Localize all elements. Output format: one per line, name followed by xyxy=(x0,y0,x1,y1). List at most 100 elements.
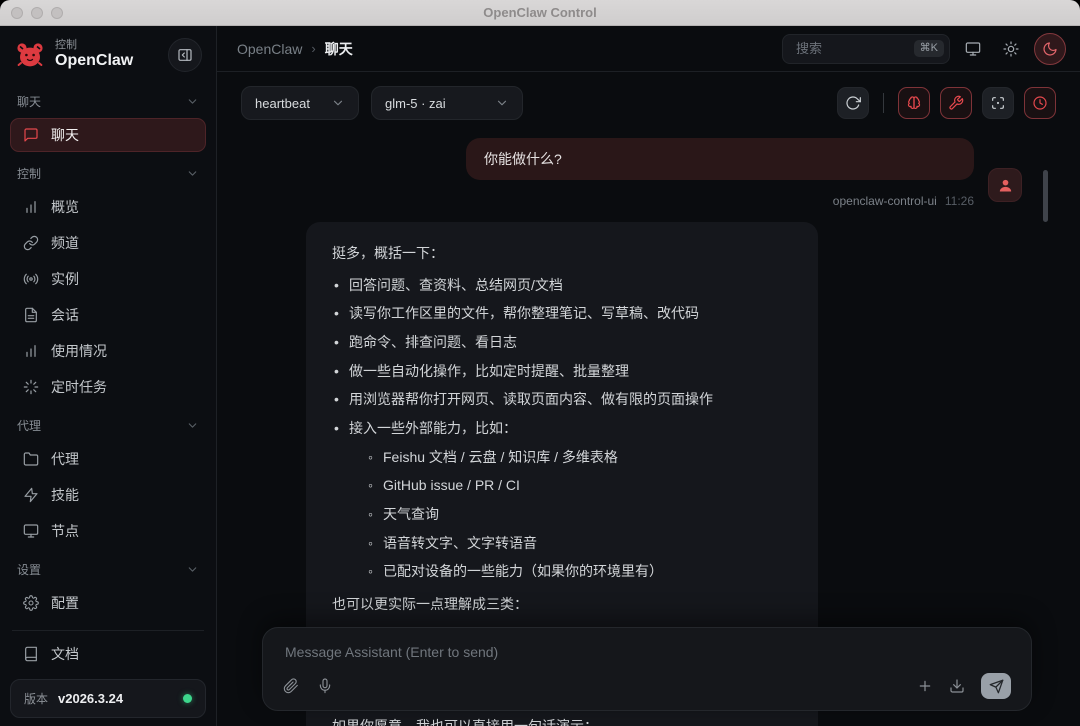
sun-icon xyxy=(1003,40,1019,57)
list-item: 跑命令、排查问题、看日志 xyxy=(332,331,792,354)
theme-system-button[interactable] xyxy=(958,34,988,64)
sidebar-item-overview[interactable]: 概览 xyxy=(10,190,206,224)
send-button[interactable] xyxy=(981,673,1011,699)
sidebar-item-chat[interactable]: 聊天 xyxy=(10,118,206,152)
chevron-down-icon xyxy=(186,167,199,180)
search-input[interactable] xyxy=(794,40,908,57)
sidebar-item-cron-tasks[interactable]: 定时任务 xyxy=(10,370,206,404)
toolbar-divider xyxy=(883,93,884,113)
theme-light-button[interactable] xyxy=(996,34,1026,64)
attach-button[interactable] xyxy=(283,678,299,694)
breadcrumb: OpenClaw › 聊天 xyxy=(237,39,353,59)
sidebar-section-control: 控制 概览 频道 实例 会话 使用情况 定时任务 xyxy=(10,158,206,406)
meta-timestamp: 11:26 xyxy=(944,194,974,208)
version-badge: 版本 v2026.3.24 xyxy=(10,679,206,718)
microphone-icon xyxy=(317,678,333,694)
breadcrumb-separator: › xyxy=(311,41,316,56)
person-icon xyxy=(997,177,1014,194)
close-window-button[interactable] xyxy=(11,6,23,19)
agent-select[interactable]: heartbeat xyxy=(241,86,359,120)
theme-dark-button[interactable] xyxy=(1034,32,1066,65)
sidebar: 控制 OpenClaw 聊天 聊天 控制 概览 频道 实例 会话 使用情况 定时… xyxy=(0,26,217,726)
user-message-bubble: 你能做什么? xyxy=(466,138,974,180)
sidebar-item-agents[interactable]: 代理 xyxy=(10,442,206,476)
wrench-button[interactable] xyxy=(940,87,972,119)
list-item: Feishu 文档 / 云盘 / 知识库 / 多维表格 xyxy=(366,446,792,469)
assistant-demo-intro: 如果你愿意，我也可以直接用一句话演示： xyxy=(332,717,598,726)
sidebar-collapse-button[interactable] xyxy=(168,38,202,72)
list-item: 用浏览器帮你打开网页、读取页面内容、做有限的页面操作 xyxy=(332,388,792,411)
sidebar-item-sessions[interactable]: 会话 xyxy=(10,298,206,332)
minimize-window-button[interactable] xyxy=(31,6,43,19)
download-icon xyxy=(949,678,965,694)
moon-icon xyxy=(1042,41,1058,57)
section-header-control[interactable]: 控制 xyxy=(10,158,206,188)
message-meta: openclaw-control-ui 11:26 xyxy=(833,194,974,208)
list-item: 读写你工作区里的文件，帮你整理笔记、写草稿、改代码 xyxy=(332,302,792,325)
list-item: 接入一些外部能力，比如： Feishu 文档 / 云盘 / 知识库 / 多维表格… xyxy=(332,417,792,583)
sidebar-divider xyxy=(12,630,204,631)
panel-collapse-icon xyxy=(177,47,193,63)
sidebar-item-nodes[interactable]: 节点 xyxy=(10,514,206,548)
focus-button[interactable] xyxy=(982,87,1014,119)
refresh-icon xyxy=(845,95,861,111)
meta-agent-name: openclaw-control-ui xyxy=(832,194,937,208)
book-icon xyxy=(23,646,39,662)
wrench-icon xyxy=(948,95,964,111)
add-button[interactable] xyxy=(917,678,933,694)
brand-row: 控制 OpenClaw xyxy=(10,34,206,82)
sun-rays-icon xyxy=(23,379,39,395)
status-dot xyxy=(183,694,192,703)
message-square-icon xyxy=(23,127,39,143)
folder-icon xyxy=(23,451,39,467)
chevron-down-icon xyxy=(186,95,199,108)
sidebar-item-usage[interactable]: 使用情况 xyxy=(10,334,206,368)
broadcast-icon xyxy=(23,271,39,287)
bar-chart-icon xyxy=(23,199,39,215)
section-header-settings[interactable]: 设置 xyxy=(10,554,206,584)
search-shortcut-badge: ⌘K xyxy=(913,40,944,57)
list-item: 天气查询 xyxy=(366,503,792,526)
list-item: 语音转文字、文字转语音 xyxy=(366,532,792,555)
chat-scrollbar[interactable] xyxy=(1043,170,1048,222)
chevron-down-icon xyxy=(331,96,345,110)
paperclip-icon xyxy=(283,678,299,694)
message-input[interactable] xyxy=(283,643,1011,661)
gear-icon xyxy=(23,595,39,611)
main-area: OpenClaw › 聊天 ⌘K xyxy=(217,26,1080,726)
sidebar-item-channels[interactable]: 频道 xyxy=(10,226,206,260)
search-box: ⌘K xyxy=(782,33,950,64)
section-header-chat[interactable]: 聊天 xyxy=(10,86,206,116)
chevron-down-icon xyxy=(495,96,509,110)
app-window: OpenClaw Control 控制 OpenClaw 聊天 聊天 控制 概览… xyxy=(0,0,1080,726)
breadcrumb-current: 聊天 xyxy=(324,40,353,57)
breadcrumb-root[interactable]: OpenClaw xyxy=(237,41,302,57)
download-button[interactable] xyxy=(949,678,965,694)
send-icon xyxy=(989,679,1004,694)
sidebar-section-agents: 代理 代理 技能 节点 xyxy=(10,410,206,550)
model-select[interactable]: glm-5 · zai xyxy=(371,86,523,120)
voice-button[interactable] xyxy=(317,678,333,694)
sidebar-item-config[interactable]: 配置 xyxy=(10,586,206,620)
link-icon xyxy=(23,235,39,251)
claw-logo-icon xyxy=(14,39,46,71)
list-item: 已配对设备的一些能力（如果你的环境里有） xyxy=(366,560,792,583)
brain-button[interactable] xyxy=(898,87,930,119)
chevron-down-icon xyxy=(186,563,199,576)
plus-icon xyxy=(917,678,933,694)
file-text-icon xyxy=(23,307,39,323)
clock-button[interactable] xyxy=(1024,87,1056,119)
top-header: OpenClaw › 聊天 ⌘K xyxy=(217,26,1080,72)
assistant-intro: 挺多，概括一下： xyxy=(332,245,444,261)
sidebar-item-instances[interactable]: 实例 xyxy=(10,262,206,296)
zoom-window-button[interactable] xyxy=(51,6,63,19)
focus-icon xyxy=(990,95,1006,111)
external-capabilities-sublist: Feishu 文档 / 云盘 / 知识库 / 多维表格 GitHub issue… xyxy=(349,446,792,583)
sidebar-item-skills[interactable]: 技能 xyxy=(10,478,206,512)
sidebar-item-docs[interactable]: 文档 xyxy=(10,637,206,671)
version-label: 版本 xyxy=(24,692,49,706)
refresh-button[interactable] xyxy=(837,87,869,119)
titlebar: OpenClaw Control xyxy=(0,0,1080,26)
section-header-agents[interactable]: 代理 xyxy=(10,410,206,440)
user-message-group: 你能做什么? openclaw-control-ui 11:26 xyxy=(306,138,1080,208)
